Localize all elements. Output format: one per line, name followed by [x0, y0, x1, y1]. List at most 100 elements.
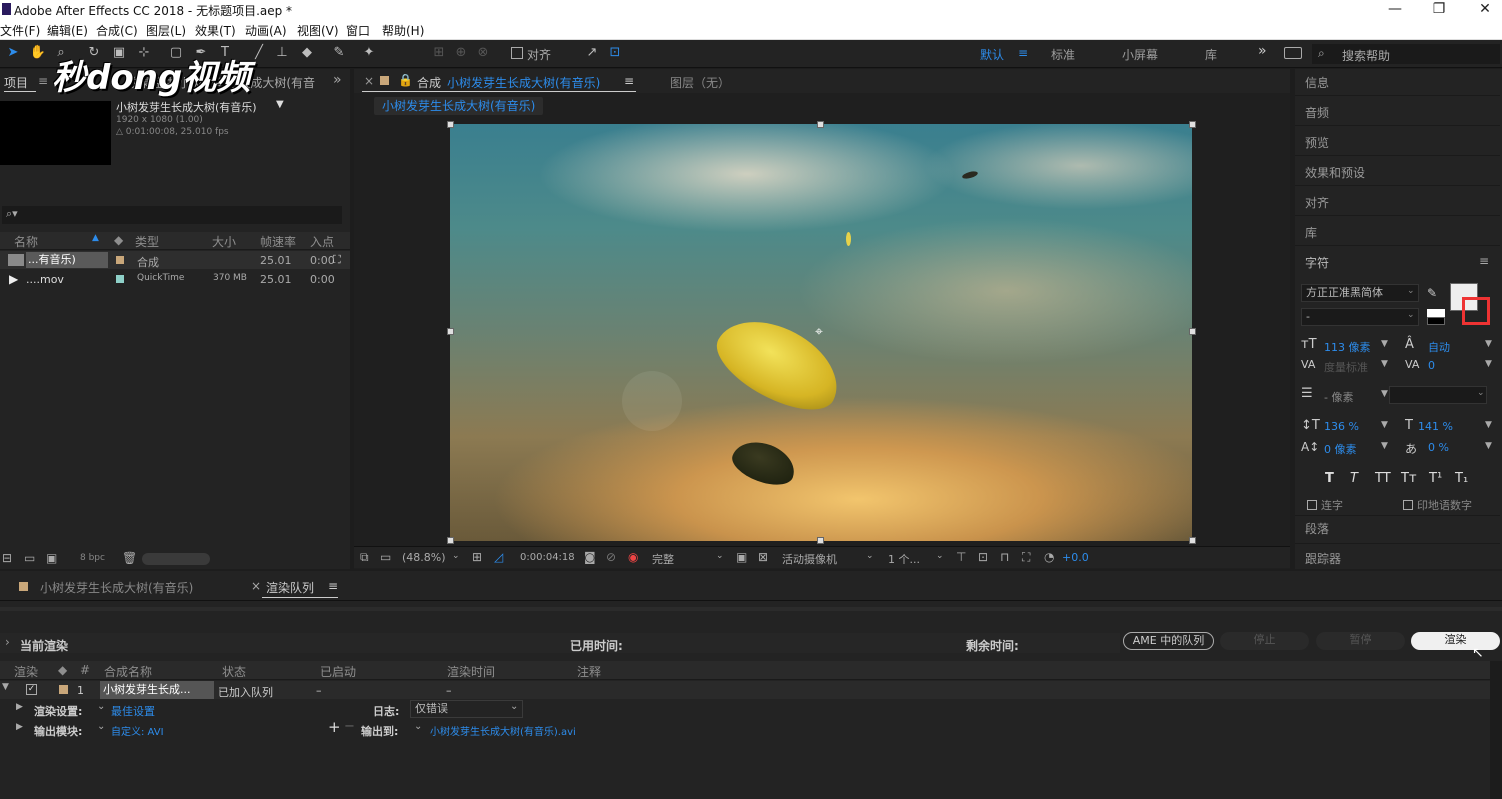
workspace-default[interactable]: 默认	[980, 46, 1004, 63]
row-name[interactable]: ...有音乐)	[26, 252, 108, 268]
snap-options-icon[interactable]: ⊡	[606, 44, 624, 62]
render-item-row[interactable]: ▼ ✓ 1 小树发芽生长成... 已加入队列 – –	[0, 681, 1490, 699]
stroke-width-value[interactable]: - 像素	[1324, 389, 1353, 405]
subscript-button[interactable]: T₁	[1455, 471, 1468, 486]
swap-colors-icon[interactable]	[1427, 317, 1445, 325]
restore-button[interactable]: ❐	[1424, 0, 1454, 20]
chevron-down-icon[interactable]: ⌄	[97, 721, 105, 732]
vertical-scale-value[interactable]: 136 %	[1324, 420, 1359, 433]
monitor-icon[interactable]: ▭	[380, 550, 391, 564]
tsume-value[interactable]: 0 %	[1428, 441, 1449, 454]
panel-audio[interactable]: 音频	[1305, 104, 1329, 121]
expand-arrow-icon[interactable]: ›	[5, 635, 10, 649]
fast-previews-icon[interactable]: ⊡	[978, 550, 988, 564]
sync-settings-icon[interactable]	[1284, 47, 1302, 59]
hindi-digits-checkbox[interactable]	[1403, 500, 1413, 510]
project-tab-menu-icon[interactable]: ≡	[38, 74, 48, 88]
tab-render-queue[interactable]: 渲染队列	[266, 579, 314, 596]
current-timecode[interactable]: 0:00:04:18	[520, 552, 575, 563]
col-render[interactable]: 渲染	[14, 663, 38, 680]
trash-icon[interactable]: 🗑	[122, 551, 137, 565]
chevron-down-icon[interactable]: ⌄	[414, 721, 422, 732]
resolution-dropdown[interactable]: 完整	[652, 551, 674, 567]
transform-handle[interactable]	[447, 121, 454, 128]
baseline-shift-value[interactable]: 0 像素	[1324, 441, 1357, 457]
stroke-style-dropdown[interactable]	[1389, 386, 1487, 404]
col-comp-name[interactable]: 合成名称	[104, 663, 152, 680]
chevron-down-icon[interactable]: ▼	[1485, 441, 1492, 451]
character-menu-icon[interactable]: ≡	[1479, 254, 1489, 268]
tab-layer[interactable]: 图层（无）	[670, 74, 730, 91]
chevron-down-icon[interactable]: ⌄	[866, 551, 874, 561]
all-caps-button[interactable]: TT	[1375, 471, 1391, 486]
transform-handle[interactable]	[1189, 537, 1196, 544]
expand-arrow-icon[interactable]: ▶	[16, 722, 23, 732]
menu-animation[interactable]: 动画(A)	[245, 22, 287, 39]
col-size[interactable]: 大小	[212, 233, 236, 250]
col-started[interactable]: 已启动	[320, 663, 356, 680]
tab-timeline[interactable]: 小树发芽生长成大树(有音乐)	[40, 579, 193, 596]
queue-in-ame-button[interactable]: AME 中的队列	[1123, 632, 1214, 650]
font-style-dropdown[interactable]: -	[1301, 308, 1419, 326]
snap-icon[interactable]: ↗	[583, 44, 601, 62]
workspace-small-screen[interactable]: 小屏幕	[1122, 46, 1158, 63]
region-of-interest-icon[interactable]: ▣	[736, 550, 747, 564]
label-color-icon[interactable]	[116, 275, 124, 283]
label-column-icon[interactable]: ◆	[58, 663, 67, 677]
add-output-module-icon[interactable]: +	[328, 718, 341, 736]
new-comp-icon[interactable]: ▣	[46, 551, 57, 565]
default-colors-icon[interactable]	[1427, 309, 1445, 317]
panel-align[interactable]: 对齐	[1305, 194, 1329, 211]
world-axis-icon[interactable]: ⊕	[452, 44, 470, 62]
label-color-icon[interactable]	[59, 685, 68, 694]
menu-composition[interactable]: 合成(C)	[96, 22, 138, 39]
tab-comp-name[interactable]: 小树发芽生长成大树(有音乐)	[447, 74, 600, 91]
col-in-point[interactable]: 入点	[310, 233, 334, 250]
show-snapshot-icon[interactable]: ⊘	[606, 550, 616, 564]
panel-effects-presets[interactable]: 效果和预设	[1305, 164, 1365, 181]
transform-handle[interactable]	[1189, 121, 1196, 128]
toggle-pixel-aspect-icon[interactable]: ⊤	[956, 550, 966, 564]
menu-window[interactable]: 窗口	[346, 22, 370, 39]
help-search-box[interactable]: ⌕ 搜索帮助	[1312, 44, 1500, 64]
lock-icon[interactable]: 🔒	[398, 73, 413, 87]
menu-help[interactable]: 帮助(H)	[382, 22, 424, 39]
panel-character[interactable]: 字符	[1305, 254, 1329, 271]
col-fps[interactable]: 帧速率	[260, 233, 296, 250]
align-checkbox[interactable]	[511, 47, 523, 59]
label-column-icon[interactable]: ◆	[114, 233, 123, 247]
chevron-down-icon[interactable]: ▼	[1485, 359, 1492, 369]
vertical-scrollbar[interactable]	[1490, 661, 1502, 799]
chevron-down-icon[interactable]: ⌄	[716, 551, 724, 561]
reset-exposure-icon[interactable]: ◔	[1044, 550, 1054, 564]
font-family-dropdown[interactable]: 方正正准黑简体	[1301, 284, 1419, 302]
menu-view[interactable]: 视图(V)	[297, 22, 339, 39]
render-button[interactable]: 渲染	[1411, 632, 1500, 650]
flowchart-icon[interactable]: ⛶	[1022, 550, 1030, 565]
channel-icon[interactable]: ◉	[628, 550, 638, 564]
chevron-down-icon[interactable]: ⌄	[1407, 286, 1415, 296]
selection-tool-icon[interactable]: ➤	[4, 44, 22, 62]
chevron-down-icon[interactable]: ⌄	[1407, 310, 1415, 320]
eyedropper-icon[interactable]: ✎	[1427, 286, 1437, 300]
stop-button[interactable]: 停止	[1220, 632, 1309, 650]
composition-frame[interactable]: ⌖	[450, 124, 1192, 541]
always-preview-icon[interactable]: ⧉	[360, 550, 369, 565]
expand-arrow-icon[interactable]: ▶	[16, 702, 23, 712]
exposure-value[interactable]: +0.0	[1062, 551, 1089, 564]
close-tab-icon[interactable]: ×	[251, 579, 261, 593]
render-item-comp-name[interactable]: 小树发芽生长成...	[100, 681, 214, 699]
menu-edit[interactable]: 编辑(E)	[47, 22, 88, 39]
table-row[interactable]: ▶ ....mov QuickTime 370 MB 25.01 0:00	[0, 270, 350, 288]
viewer-menu-icon[interactable]: ≡	[624, 74, 634, 88]
chevron-down-icon[interactable]: ▼	[1381, 441, 1388, 451]
panel-info[interactable]: 信息	[1305, 74, 1329, 91]
roto-brush-tool-icon[interactable]: ✎	[330, 44, 348, 62]
chevron-down-icon[interactable]: ▼	[1381, 339, 1388, 349]
views-dropdown[interactable]: 1 个...	[888, 551, 920, 567]
bpc-label[interactable]: 8 bpc	[80, 553, 105, 563]
chevron-down-icon[interactable]: ▼	[1381, 389, 1388, 399]
collapse-arrow-icon[interactable]: ▼	[2, 682, 9, 692]
kerning-value[interactable]: 度量标准	[1324, 359, 1368, 375]
menu-effect[interactable]: 效果(T)	[195, 22, 236, 39]
